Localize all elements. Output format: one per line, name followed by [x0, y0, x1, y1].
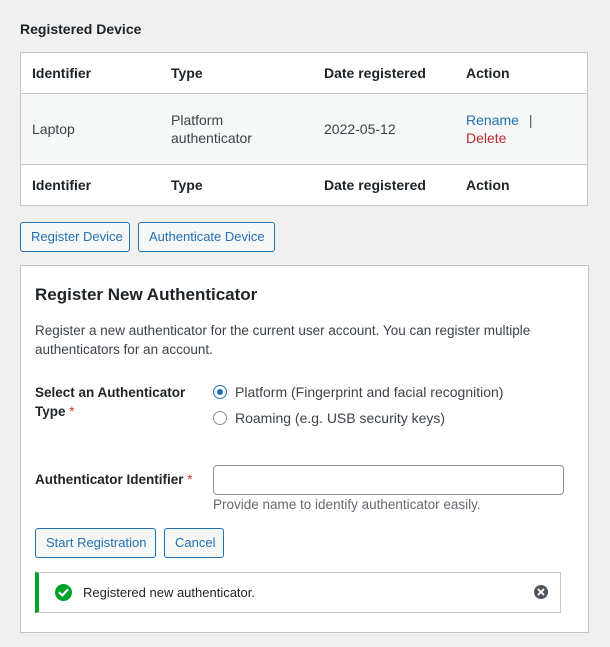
check-circle-icon — [55, 584, 72, 601]
delete-link[interactable]: Delete — [466, 130, 506, 146]
device-identifier: Laptop — [32, 121, 75, 137]
device-type: Platform authenticator — [171, 112, 252, 146]
column-footer-type: Type — [171, 177, 203, 193]
device-actions: Rename | Delete — [466, 111, 533, 147]
column-header-type: Type — [171, 65, 203, 81]
panel-description: Register a new authenticator for the cur… — [35, 323, 531, 357]
radio-label-platform: Platform (Fingerprint and facial recogni… — [235, 384, 504, 400]
column-header-date-registered: Date registered — [324, 65, 426, 81]
column-header-identifier: Identifier — [32, 65, 92, 81]
registered-devices-table: Identifier Type Date registered Action L… — [20, 52, 588, 206]
authenticator-identifier-input[interactable] — [213, 465, 564, 495]
radio-option-roaming[interactable]: Roaming (e.g. USB security keys) — [213, 410, 445, 426]
required-marker: * — [187, 472, 193, 487]
page: Registered Device Identifier Type Date r… — [0, 0, 610, 647]
rename-link[interactable]: Rename — [466, 112, 519, 128]
notice-message: Registered new authenticator. — [83, 585, 255, 600]
register-device-button[interactable]: Register Device — [20, 222, 130, 252]
column-header-action: Action — [466, 65, 510, 81]
success-notice: Registered new authenticator. — [35, 572, 561, 613]
dismiss-icon[interactable] — [534, 585, 548, 599]
radio-button-roaming[interactable] — [213, 411, 227, 425]
radio-label-roaming: Roaming (e.g. USB security keys) — [235, 410, 446, 426]
identifier-help-text: Provide name to identify authenticator e… — [213, 497, 481, 512]
register-authenticator-panel: Register New Authenticator Register a ne… — [20, 265, 589, 633]
authenticate-device-button[interactable]: Authenticate Device — [138, 222, 275, 252]
start-registration-button[interactable]: Start Registration — [35, 528, 156, 558]
column-footer-action: Action — [466, 177, 510, 193]
section-title: Registered Device — [20, 21, 142, 37]
column-footer-identifier: Identifier — [32, 177, 92, 193]
table-header-row: Identifier Type Date registered Action — [21, 53, 587, 94]
table-footer-row: Identifier Type Date registered Action — [21, 164, 587, 205]
radio-button-platform[interactable] — [213, 385, 227, 399]
authenticator-type-label: Select an Authenticator Type * — [35, 383, 195, 421]
radio-option-platform[interactable]: Platform (Fingerprint and facial recogni… — [213, 384, 503, 400]
panel-title: Register New Authenticator — [35, 285, 258, 304]
action-separator: | — [528, 112, 533, 128]
cancel-button[interactable]: Cancel — [164, 528, 224, 558]
column-footer-date-registered: Date registered — [324, 177, 426, 193]
table-row: Laptop Platform authenticator 2022-05-12… — [21, 94, 587, 164]
authenticator-identifier-label: Authenticator Identifier * — [35, 470, 193, 489]
required-marker: * — [69, 404, 75, 419]
device-date-registered: 2022-05-12 — [324, 121, 396, 137]
authenticator-type-label-text: Select an Authenticator Type — [35, 385, 186, 419]
authenticator-identifier-label-text: Authenticator Identifier — [35, 472, 184, 487]
